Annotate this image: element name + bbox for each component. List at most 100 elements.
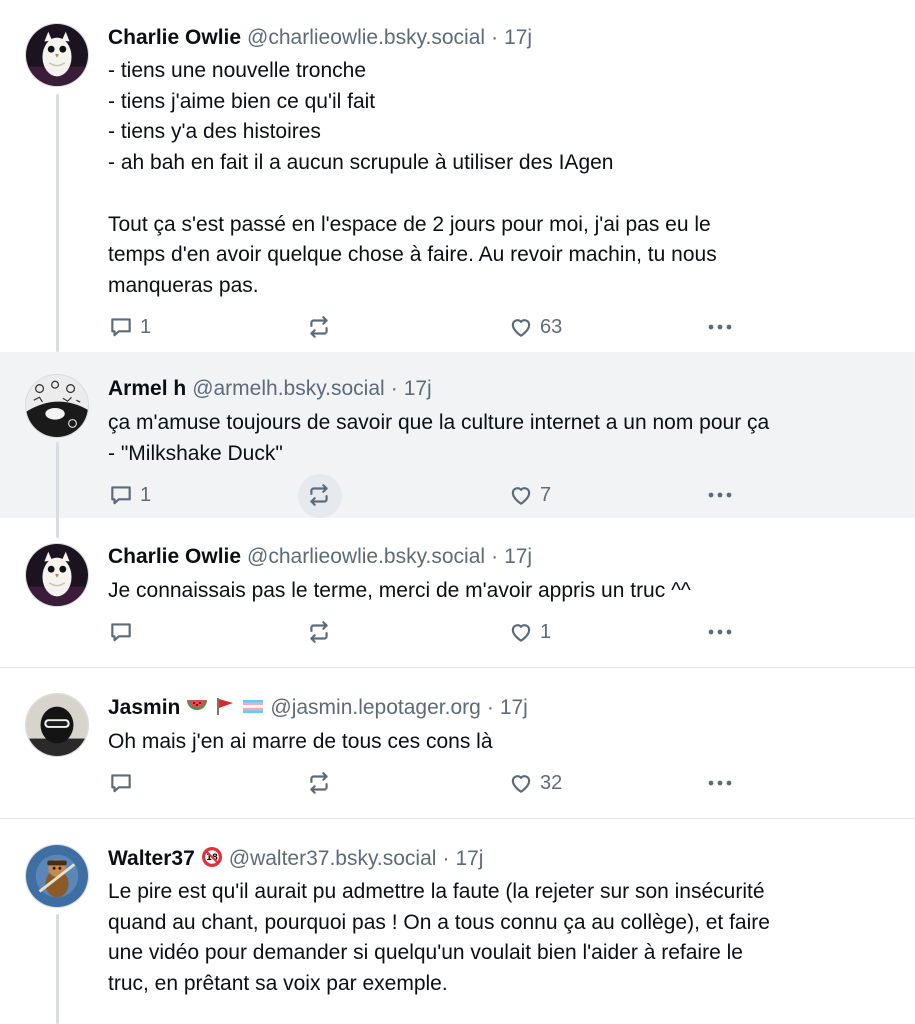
post-divider [0, 667, 915, 668]
owl-avatar-icon [26, 24, 88, 86]
reply-icon [111, 318, 131, 337]
author-handle[interactable]: @charlieowlie.bsky.social [247, 545, 485, 568]
watermelon-emoji-icon [186, 695, 208, 725]
author-name[interactable]: Charlie Owlie [108, 545, 241, 568]
reply-button[interactable]: 1 [108, 312, 151, 342]
post-text-line: - "Milkshake Duck" [108, 441, 283, 465]
reply-icon [111, 774, 131, 793]
heart-icon [511, 487, 531, 505]
thread-line [56, 94, 59, 352]
reply-count: 1 [140, 315, 152, 338]
like-count: 7 [540, 483, 552, 506]
helmet-avatar-icon [26, 694, 88, 756]
post-actions: 32 [108, 768, 748, 798]
post-text-line: - tiens une nouvelle tronche [108, 59, 366, 82]
post-actions: 1 63 [108, 312, 748, 342]
separator-dot: · [491, 545, 499, 568]
author-handle[interactable]: @jasmin.lepotager.org [270, 696, 480, 719]
post-actions: 1 [108, 617, 748, 647]
heart-icon [511, 775, 531, 793]
post-feed: Charlie Owlie @charlieowlie.bsky.social · 1… [0, 0, 915, 1024]
repost-button[interactable] [306, 312, 332, 342]
avatar[interactable] [25, 844, 89, 908]
post-text-line: Tout ça s'est passé en l'espace de 2 jou… [108, 212, 711, 236]
more-options-button[interactable] [706, 312, 734, 342]
post-text-line: - tiens j'aime bien ce qu'il fait [108, 89, 376, 113]
post-time[interactable]: 17j [500, 696, 528, 719]
no-under-18-emoji-icon: 18 [201, 846, 223, 876]
post-divider [0, 818, 915, 819]
post-text-line: manqueras pas. [108, 273, 259, 297]
reply-button[interactable] [108, 768, 134, 798]
post-text-line: - tiens y'a des histoires [108, 120, 321, 144]
more-icon [708, 324, 732, 330]
post-text-line: temps d'en avoir quelque chose à faire. … [108, 243, 717, 267]
author-name[interactable]: Jasmin [108, 696, 180, 719]
post-header: Jasmin @jasmin.lepotager.org · 17j [108, 694, 528, 725]
author-handle[interactable]: @armelh.bsky.social [192, 377, 385, 400]
more-icon [708, 629, 732, 635]
post-text: Je connaissais pas le terme, merci de m'… [108, 576, 898, 607]
post-header: Walter37 18 @walter37.bsky.social·17j [108, 845, 483, 876]
post-text: - tiens une nouvelle tronche - tiens j'a… [108, 56, 898, 302]
post-time[interactable]: 17j [504, 545, 532, 568]
post-text-line: Je connaissais pas le terme, merci de m'… [108, 579, 691, 602]
like-count: 63 [540, 315, 563, 338]
repost-button[interactable] [306, 617, 332, 647]
trans-flag-emoji-icon [242, 695, 264, 725]
post-text-line: Oh mais j'en ai marre de tous ces cons l… [108, 730, 493, 753]
post-time[interactable]: 17j [404, 377, 432, 400]
repost-icon [310, 621, 328, 643]
post-time[interactable]: 17j [455, 847, 483, 870]
post-text-line: une vidéo pour demander si quelqu'un vou… [108, 941, 743, 965]
like-count: 1 [540, 620, 552, 643]
like-button[interactable]: 63 [508, 312, 562, 342]
separator-dot: · [390, 377, 398, 400]
author-name[interactable]: Charlie Owlie [108, 26, 241, 49]
cartoon-avatar-icon [26, 845, 88, 907]
like-button[interactable]: 7 [508, 480, 551, 510]
separator-dot: · [491, 26, 499, 49]
avatar[interactable] [25, 374, 89, 438]
post-time[interactable]: 17j [504, 26, 532, 49]
post-text: ça m'amuse toujours de savoir que la cul… [108, 408, 898, 469]
more-options-button[interactable] [706, 617, 734, 647]
separator-dot: · [486, 696, 494, 719]
doodle-avatar-icon [26, 375, 88, 437]
author-name[interactable]: Walter37 [108, 847, 195, 870]
reply-button[interactable]: 1 [108, 480, 151, 510]
more-icon [708, 492, 732, 498]
post-text-line: ça m'amuse toujours de savoir que la cul… [108, 411, 770, 434]
post-header: Armel h @armelh.bsky.social · 17j [108, 375, 432, 403]
like-button[interactable]: 32 [508, 768, 562, 798]
post-text-line: - ah bah en fait il a aucun scrupule à u… [108, 151, 614, 175]
repost-button[interactable] [306, 480, 332, 510]
author-handle[interactable]: @charlieowlie.bsky.social [247, 26, 485, 49]
repost-icon [310, 772, 328, 794]
repost-icon [310, 316, 328, 338]
reply-button[interactable] [108, 617, 134, 647]
author-handle[interactable]: @walter37.bsky.social [229, 847, 437, 870]
post-text-line: Le pire est qu'il aurait pu admettre la … [108, 880, 765, 903]
author-name[interactable]: Armel h [108, 377, 186, 400]
like-button[interactable]: 1 [508, 617, 551, 647]
more-options-button[interactable] [706, 768, 734, 798]
avatar[interactable] [25, 23, 89, 87]
thread-line [56, 442, 59, 538]
more-options-button[interactable] [706, 480, 734, 510]
post-text-line: quand au chant, pourquoi pas ! On a tous… [108, 910, 770, 934]
like-count: 32 [540, 771, 563, 794]
reply-count: 1 [140, 483, 152, 506]
avatar[interactable] [25, 693, 89, 757]
owl-avatar-icon [26, 544, 88, 606]
post-header: Charlie Owlie @charlieowlie.bsky.social · 1… [108, 543, 532, 571]
post-text: Oh mais j'en ai marre de tous ces cons l… [108, 727, 898, 758]
reply-icon [111, 486, 131, 505]
thread-line [56, 914, 59, 1024]
avatar[interactable] [25, 543, 89, 607]
post-text: Le pire est qu'il aurait pu admettre la … [108, 877, 898, 1000]
heart-icon [511, 624, 531, 642]
heart-icon [511, 319, 531, 337]
repost-button[interactable] [306, 768, 332, 798]
post-text-line: truc, en prêtant sa voix par exemple. [108, 972, 448, 996]
